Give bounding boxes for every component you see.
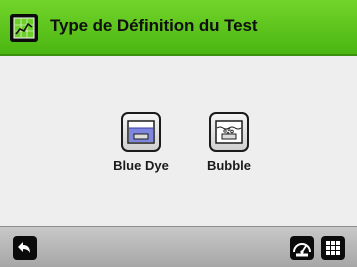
blue-dye-option[interactable]: Blue Dye xyxy=(106,112,176,173)
bubble-button[interactable] xyxy=(209,112,249,152)
bubble-tank-icon xyxy=(215,120,243,144)
gauge-icon xyxy=(293,243,311,257)
bottom-toolbar xyxy=(0,226,357,267)
bubble-option[interactable]: Bubble xyxy=(194,112,264,173)
blue-dye-tank-icon xyxy=(127,120,155,144)
back-button[interactable] xyxy=(13,236,37,260)
chart-icon xyxy=(10,14,38,42)
menu-button[interactable] xyxy=(321,236,345,260)
page-title: Type de Définition du Test xyxy=(50,16,258,35)
bubble-label: Bubble xyxy=(206,158,252,173)
screen: Type de Définition du Test Blue Dye Bubb… xyxy=(0,0,357,267)
title-bar: Type de Définition du Test xyxy=(0,0,357,56)
options-panel: Blue Dye Bubble xyxy=(0,56,357,226)
blue-dye-label: Blue Dye xyxy=(113,158,169,173)
gauge-button[interactable] xyxy=(290,236,314,260)
back-arrow-icon xyxy=(18,242,30,253)
blue-dye-button[interactable] xyxy=(121,112,161,152)
grid-menu-icon xyxy=(326,241,340,255)
